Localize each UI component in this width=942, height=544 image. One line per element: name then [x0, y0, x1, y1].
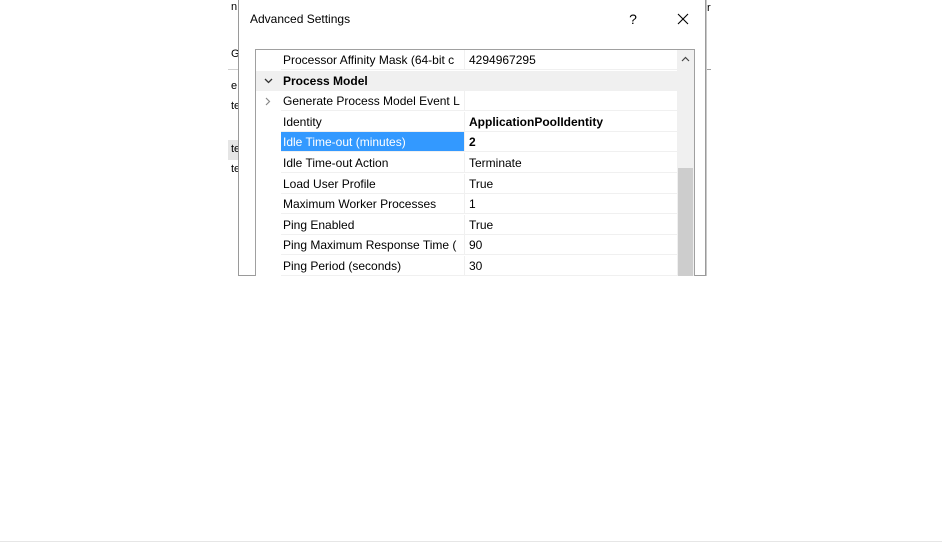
column-divider[interactable]: [464, 91, 465, 112]
property-row[interactable]: Processor Affinity Mask (64-bit c 4294967…: [256, 50, 677, 70]
property-row[interactable]: Generate Process Model Event L: [256, 91, 677, 112]
property-value[interactable]: 1: [466, 194, 677, 214]
property-name[interactable]: Processor Affinity Mask (64-bit c: [281, 50, 464, 70]
bg-separator: [707, 69, 711, 70]
property-name[interactable]: Load User Profile: [281, 174, 464, 194]
bottom-divider: [0, 541, 942, 542]
property-value[interactable]: True: [466, 215, 677, 235]
property-value[interactable]: 90: [466, 235, 677, 255]
scroll-up-button[interactable]: [677, 50, 694, 67]
property-name[interactable]: Ping Enabled: [281, 215, 464, 235]
column-divider[interactable]: [464, 50, 465, 70]
bg-separator: [228, 69, 238, 70]
category-label[interactable]: Process Model: [281, 71, 677, 91]
property-value[interactable]: 4294967295: [466, 50, 677, 70]
category-row[interactable]: Process Model: [256, 70, 677, 91]
advanced-settings-dialog: Advanced Settings ? Processor Affinity M…: [238, 0, 706, 276]
property-row[interactable]: Ping Period (seconds) 30: [256, 256, 677, 276]
property-row[interactable]: Ping Maximum Response Time (90: [256, 235, 677, 256]
property-value[interactable]: ApplicationPoolIdentity: [466, 112, 677, 132]
property-name[interactable]: Ping Maximum Response Time (: [281, 235, 464, 255]
property-name[interactable]: Maximum Worker Processes: [281, 194, 464, 214]
column-divider[interactable]: [464, 153, 465, 173]
property-name[interactable]: Idle Time-out Action: [281, 153, 464, 173]
property-name[interactable]: Identity: [281, 112, 464, 132]
bg-text-fragment: r: [707, 2, 711, 14]
help-button[interactable]: ?: [617, 6, 649, 32]
property-value[interactable]: True: [466, 174, 677, 194]
column-divider[interactable]: [464, 214, 465, 235]
bg-text-fragment: e: [231, 80, 238, 92]
column-divider[interactable]: [464, 235, 465, 256]
title-bar[interactable]: Advanced Settings ?: [239, 0, 705, 38]
bg-text-fragment: n: [231, 1, 238, 13]
property-row[interactable]: Load User Profile True: [256, 173, 677, 194]
scroll-thumb[interactable]: [678, 168, 693, 276]
column-divider[interactable]: [464, 173, 465, 194]
property-row[interactable]: Idle Time-out Action Terminate: [256, 153, 677, 173]
column-divider[interactable]: [464, 132, 465, 153]
property-row[interactable]: Ping Enabled True: [256, 214, 677, 235]
vertical-scrollbar[interactable]: [677, 50, 694, 276]
property-value[interactable]: [466, 91, 677, 111]
close-icon: [677, 13, 689, 25]
chevron-right-icon[interactable]: [262, 95, 274, 107]
property-row[interactable]: Idle Time-out (minutes) 2: [256, 132, 677, 153]
column-divider[interactable]: [464, 111, 465, 132]
close-button[interactable]: [667, 6, 699, 32]
row-separator: [281, 275, 677, 276]
property-value[interactable]: 30: [466, 256, 677, 276]
property-row[interactable]: Identity ApplicationPoolIdentity: [256, 111, 677, 132]
column-divider[interactable]: [464, 256, 465, 276]
property-value[interactable]: Terminate: [466, 153, 677, 173]
property-name[interactable]: Idle Time-out (minutes): [281, 132, 464, 153]
property-name[interactable]: Generate Process Model Event L: [281, 91, 464, 111]
property-name[interactable]: Ping Period (seconds): [281, 256, 464, 276]
chevron-down-icon[interactable]: [262, 75, 274, 87]
dialog-title: Advanced Settings: [250, 12, 351, 26]
background-window-right: r: [706, 0, 711, 276]
property-row[interactable]: Maximum Worker Processes 1: [256, 194, 677, 215]
property-value[interactable]: 2: [466, 132, 677, 152]
property-grid: Processor Affinity Mask (64-bit c 4294967…: [255, 49, 695, 276]
column-divider[interactable]: [464, 194, 465, 215]
chevron-up-icon: [681, 56, 690, 61]
